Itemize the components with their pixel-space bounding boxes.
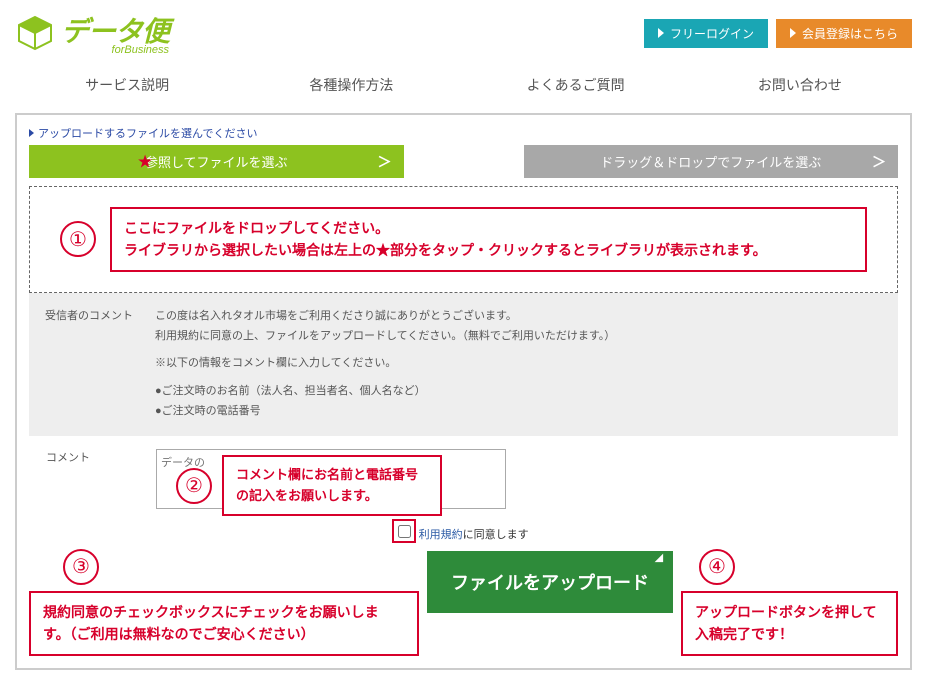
agree-rest: に同意します [463,529,529,541]
corner-triangle-icon [655,553,668,566]
logo-cube-icon [15,13,55,53]
main-panel: アップロードするファイルを選んでください ★ 参照してファイルを選ぶ ＞ ドラッ… [15,113,912,670]
receiver-comment-label: 受信者のコメント [45,307,155,422]
nav-item-operations[interactable]: 各種操作方法 [239,65,463,105]
triangle-icon [29,129,34,137]
annotation-1-box: ここにファイルをドロップしてください。 ライブラリから選択したい場合は左上の★部… [110,207,867,272]
free-login-button[interactable]: フリーログイン [644,19,768,48]
comment-section: コメント ② コメント欄にお名前と電話番号の記入をお願いします。 [29,436,898,517]
receiver-line: ●ご注文時の電話番号 [155,402,882,422]
annotation-3-marker: ③ [63,549,99,585]
annotation-4-box: アップロードボタンを押して入稿完了です！ [681,591,898,656]
annotation-4-marker: ④ [699,549,735,585]
agree-text: 利用規約に同意します [419,529,529,541]
upload-button-label: ファイルをアップロード [451,573,649,593]
nav-item-contact[interactable]: お問い合わせ [688,65,912,105]
annotation-2-box: コメント欄にお名前と電話番号の記入をお願いします。 [222,455,442,517]
annotation-1-marker: ① [60,221,96,257]
chevron-right-icon: ＞ [378,152,392,172]
terms-link[interactable]: 利用規約 [419,529,463,541]
comment-label: コメント [46,449,156,465]
agree-checkbox[interactable] [398,525,411,538]
tab-dragdrop-label: ドラッグ＆ドロップでファイルを選ぶ [600,155,821,170]
receiver-line: ●ご注文時のお名前（法人名、担当者名、個人名など） [155,382,882,402]
register-button[interactable]: 会員登録はこちら [776,19,912,48]
receiver-line: ※以下の情報をコメント欄に入力してください。 [155,354,882,374]
star-icon: ★ [137,151,153,172]
logo: データ便 forBusiness [15,10,169,56]
chevron-right-icon: ＞ [872,152,886,172]
upload-button[interactable]: ファイルをアップロード [427,551,673,613]
file-dropzone[interactable]: ① ここにファイルをドロップしてください。 ライブラリから選択したい場合は左上の… [29,186,898,293]
tab-browse-file[interactable]: ★ 参照してファイルを選ぶ ＞ [29,145,404,178]
annotation-2-marker: ② [176,468,212,504]
tab-drag-drop[interactable]: ドラッグ＆ドロップでファイルを選ぶ ＞ [524,145,899,178]
logo-text: データ便 [61,16,169,47]
triangle-icon [790,28,796,38]
agree-row: 利用規約に同意します [29,517,898,541]
upload-prompt: アップロードするファイルを選んでください [29,125,898,141]
receiver-line: この度は名入れタオル市場をご利用くださり誠にありがとうございます。 [155,307,882,327]
tab-browse-label: 参照してファイルを選ぶ [145,155,288,170]
free-login-label: フリーログイン [670,25,754,42]
nav-item-faq[interactable]: よくあるご質問 [464,65,688,105]
header: データ便 forBusiness フリーログイン 会員登録はこちら [0,0,927,56]
main-nav: サービス説明 各種操作方法 よくあるご質問 お問い合わせ [15,64,912,105]
triangle-icon [658,28,664,38]
nav-item-service[interactable]: サービス説明 [15,65,239,105]
receiver-line: 利用規約に同意の上、ファイルをアップロードしてください。（無料でご利用いただけま… [155,327,882,347]
upload-prompt-text: アップロードするファイルを選んでください [38,125,257,141]
annotation-1-line2: ライブラリから選択したい場合は左上の★部分をタップ・クリックするとライブラリが表… [124,239,853,261]
annotation-1-line1: ここにファイルをドロップしてください。 [124,217,853,239]
register-label: 会員登録はこちら [802,25,898,42]
annotation-3-box: 規約同意のチェックボックスにチェックをお願いします。（ご利用は無料なのでご安心く… [29,591,419,656]
receiver-comment-section: 受信者のコメント この度は名入れタオル市場をご利用くださり誠にありがとうございま… [29,293,898,436]
